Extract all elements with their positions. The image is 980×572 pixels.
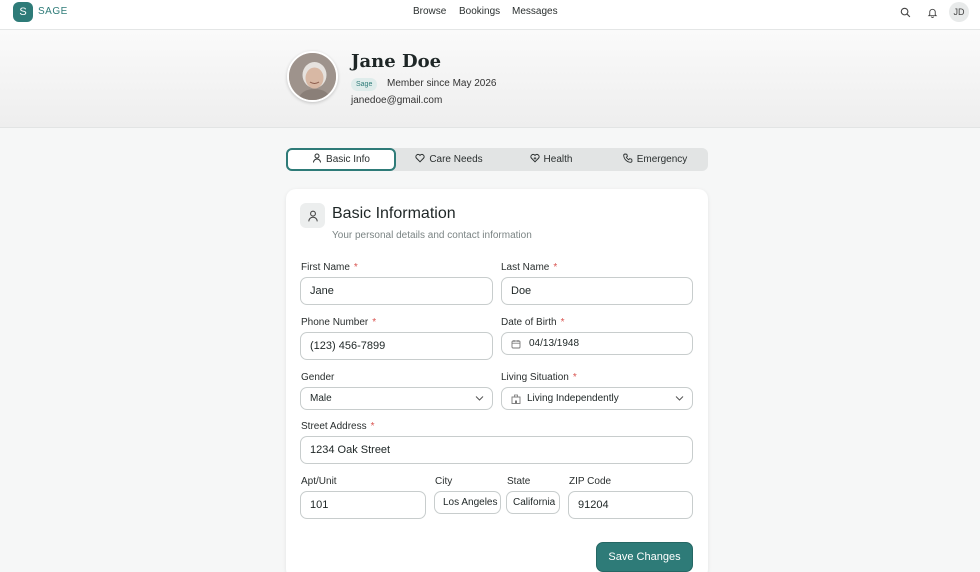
tab-label: Health [543, 154, 573, 165]
health-icon [529, 153, 540, 166]
heart-icon [415, 153, 425, 166]
phone-field[interactable]: (123) 456-7899 [300, 332, 493, 360]
sage-badge: Sage [351, 78, 378, 91]
first-name-label: First Name * [301, 262, 358, 273]
dob-value: 04/13/1948 [529, 338, 580, 349]
first-name-field[interactable]: Jane [300, 277, 493, 305]
nav-link-browse[interactable]: Browse [413, 6, 446, 17]
dob-field[interactable]: 04/13/1948 [501, 332, 693, 355]
tab-label: Care Needs [429, 154, 483, 165]
building-icon [511, 394, 521, 404]
section-title: Basic Information [332, 205, 456, 222]
apt-unit-field[interactable]: 101 [300, 491, 426, 519]
street-address-label: Street Address * [301, 421, 375, 432]
brand-name[interactable]: SAGE [38, 6, 68, 17]
profile-email: janedoe@gmail.com [351, 95, 443, 106]
tab-basic-info[interactable]: Basic Info [286, 148, 396, 171]
bell-icon[interactable] [925, 5, 939, 19]
dob-label: Date of Birth * [501, 317, 565, 328]
tab-label: Emergency [636, 154, 688, 165]
last-name-field[interactable]: Doe [501, 277, 693, 305]
section-subtitle: Your personal details and contact inform… [332, 230, 532, 241]
user-icon [300, 203, 325, 228]
living-situation-value: Living Independently [527, 393, 619, 404]
profile-tabs: Basic Info Care Needs Health Emergency [286, 148, 708, 171]
street-address-field[interactable]: 1234 Oak Street [300, 436, 693, 464]
tab-care-needs[interactable]: Care Needs [398, 148, 500, 171]
chevron-down-icon [475, 393, 484, 404]
gender-value: Male [310, 393, 332, 404]
state-label: State [507, 476, 531, 487]
apt-unit-label: Apt/Unit [301, 476, 337, 487]
state-field[interactable]: California [506, 491, 560, 514]
tab-health[interactable]: Health [500, 148, 602, 171]
city-field[interactable]: Los Angeles [434, 491, 501, 514]
gender-select[interactable]: Male [300, 387, 493, 410]
living-situation-select[interactable]: Living Independently [501, 387, 693, 410]
tab-emergency[interactable]: Emergency [602, 148, 708, 171]
nav-link-bookings[interactable]: Bookings [459, 6, 500, 17]
member-since: Member since May 2026 [387, 78, 497, 89]
zip-code-field[interactable]: 91204 [568, 491, 693, 519]
save-changes-button[interactable]: Save Changes [596, 542, 693, 572]
phone-label: Phone Number * [301, 317, 377, 328]
calendar-icon [511, 339, 521, 349]
gender-label: Gender [301, 372, 335, 383]
profile-name: Jane Doe [351, 51, 442, 72]
chevron-down-icon [675, 393, 684, 404]
user-avatar[interactable]: JD [949, 2, 969, 22]
user-icon [312, 153, 322, 166]
tab-label: Basic Info [326, 154, 370, 165]
phone-icon [622, 153, 633, 166]
search-icon[interactable] [898, 5, 912, 19]
city-label: City [435, 476, 453, 487]
last-name-label: Last Name * [501, 262, 558, 273]
profile-photo [287, 51, 338, 102]
living-situation-label: Living Situation * [501, 372, 577, 383]
nav-link-messages[interactable]: Messages [512, 6, 558, 17]
top-nav-bar: S SAGE Browse Bookings Messages JD [0, 0, 980, 30]
logo-icon[interactable]: S [13, 2, 33, 22]
zip-code-label: ZIP Code [569, 476, 612, 487]
